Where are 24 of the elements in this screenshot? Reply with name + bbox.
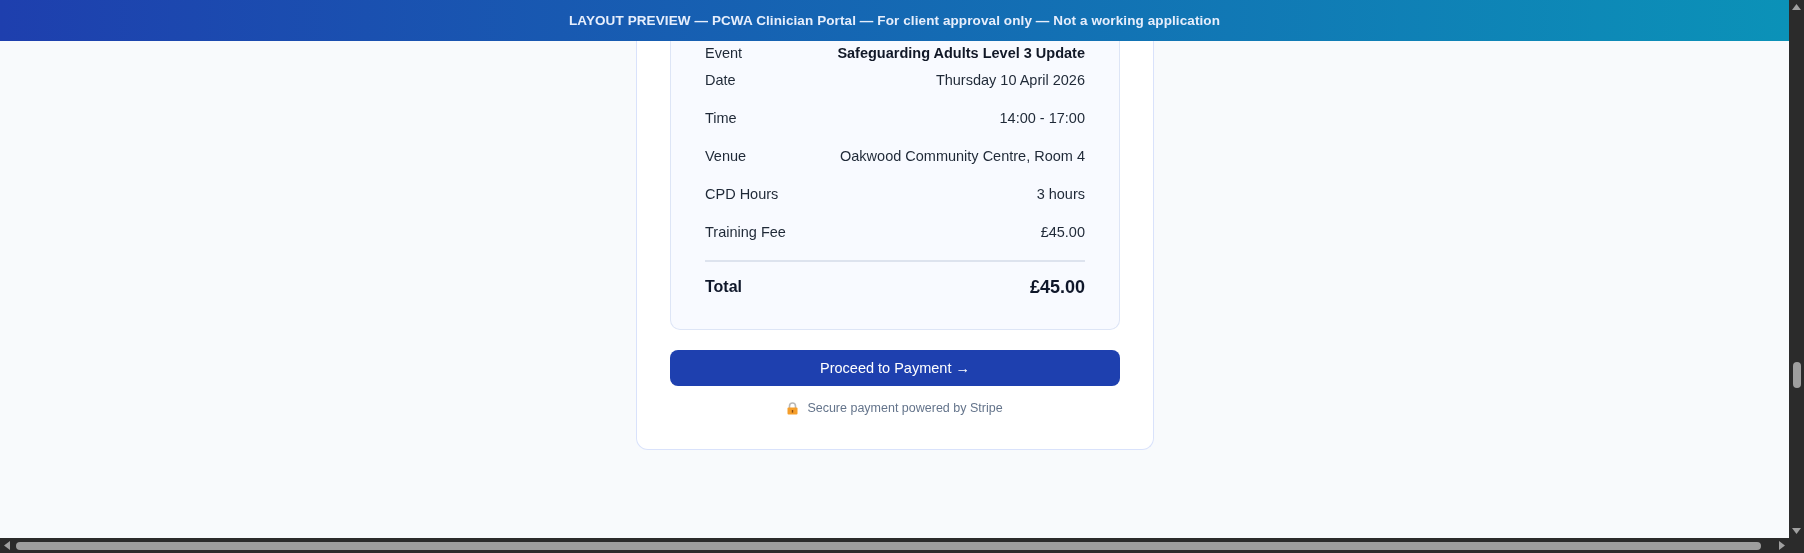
row-value: 3 hours — [1036, 186, 1085, 202]
row-value: Thursday 10 April 2026 — [935, 72, 1085, 88]
row-value: Safeguarding Adults Level 3 Update — [837, 45, 1085, 61]
row-label: Venue — [705, 148, 747, 164]
scrollbar-thumb[interactable] — [1792, 362, 1801, 388]
row-label: CPD Hours — [705, 186, 779, 202]
proceed-to-payment-button[interactable]: Proceed to Payment → — [670, 350, 1120, 386]
row-label: Training Fee — [705, 224, 786, 240]
padlock-icon — [787, 401, 799, 415]
scroll-up-icon[interactable] — [1792, 4, 1801, 10]
scroll-down-icon[interactable] — [1792, 528, 1801, 534]
scroll-right-icon[interactable] — [1779, 541, 1785, 550]
preview-banner: LAYOUT PREVIEW — PCWA Clinician Portal — For client approval only — Not a working application — [0, 0, 1789, 41]
scroll-left-icon[interactable] — [4, 541, 10, 550]
row-label: Time — [705, 110, 737, 126]
scrollbar-thumb[interactable] — [16, 541, 1761, 550]
row-label: Date — [705, 72, 736, 88]
total-label: Total — [705, 278, 743, 296]
row-value: £45.00 — [1040, 224, 1085, 240]
row-value: Oakwood Community Centre, Room 4 — [840, 148, 1085, 164]
row-label: Event — [705, 45, 743, 61]
row-value: 14:00 - 17:00 — [999, 110, 1085, 126]
total-amount: £45.00 — [1029, 276, 1085, 298]
secure-payment-note: Secure payment powered by Stripe — [807, 401, 1003, 415]
